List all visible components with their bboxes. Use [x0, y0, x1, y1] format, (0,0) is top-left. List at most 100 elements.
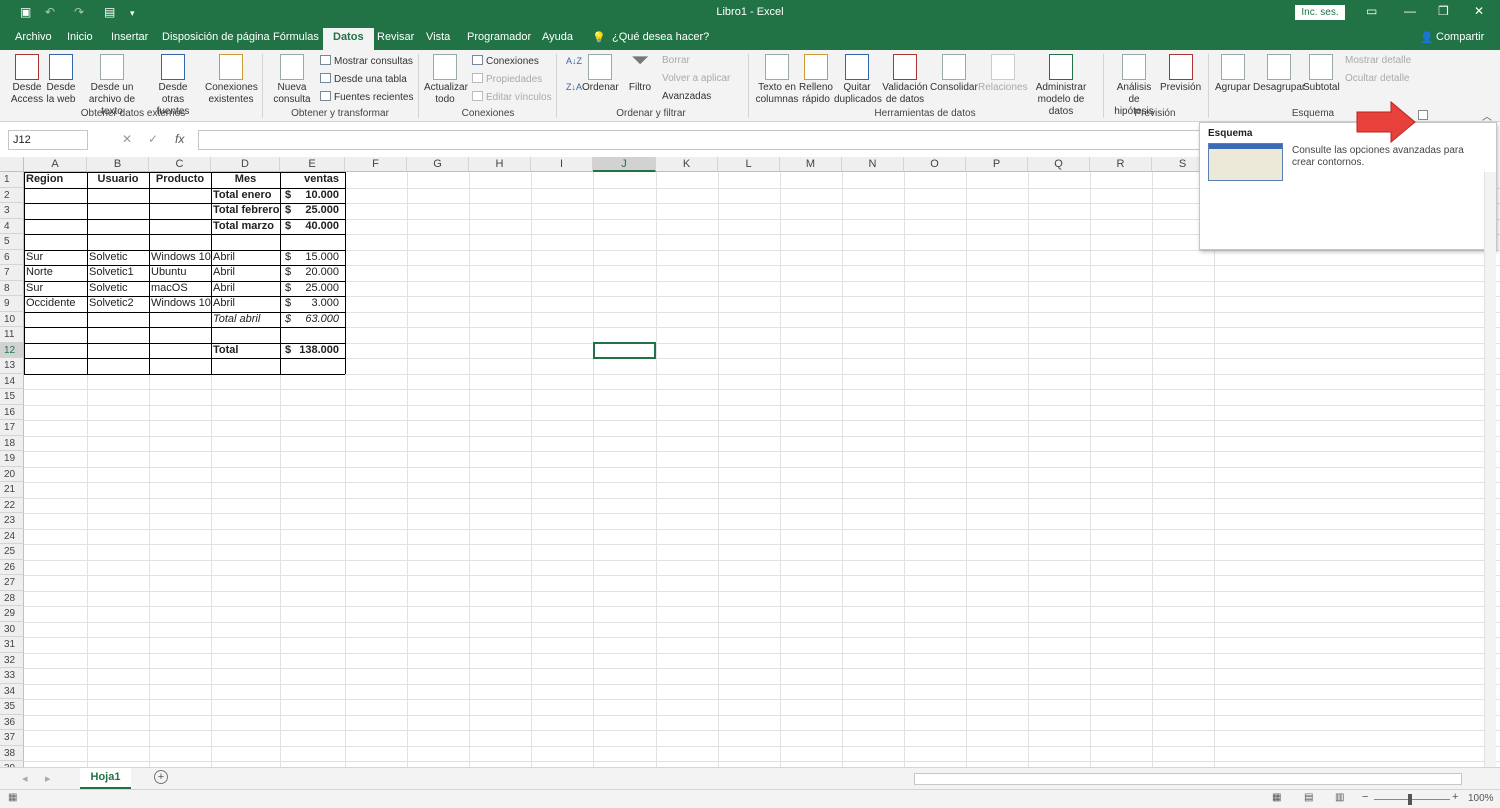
consolidate-button[interactable]: Consolidar [930, 54, 978, 94]
row-header[interactable]: 33 [0, 668, 24, 684]
cell-e7[interactable]: 20.000 [280, 265, 341, 280]
cell-d12[interactable]: Total [211, 343, 240, 358]
tab-programador[interactable]: Programador [467, 31, 531, 43]
cell-e2[interactable]: 10.000 [280, 188, 341, 203]
name-box[interactable]: J12 [8, 130, 88, 150]
row-header[interactable]: 34 [0, 683, 24, 699]
existing-connections-button[interactable]: Conexiones existentes [205, 54, 258, 106]
cancel-icon[interactable]: ✕ [122, 132, 132, 146]
horizontal-scrollbar[interactable] [914, 773, 1462, 785]
column-header[interactable]: J [593, 157, 656, 172]
tab-insertar[interactable]: Insertar [111, 31, 148, 43]
row-header[interactable]: 9 [0, 296, 24, 312]
share-button[interactable]: Compartir [1436, 31, 1484, 43]
sort-button[interactable]: Ordenar [582, 54, 619, 94]
cell-b9[interactable]: Solvetic2 [87, 296, 136, 311]
row-header[interactable]: 7 [0, 265, 24, 281]
data-validation-button[interactable]: Validación de datos [882, 54, 928, 106]
cell-a7[interactable]: Norte [24, 265, 55, 280]
tell-me-search[interactable]: ¿Qué desea hacer? [612, 31, 709, 43]
show-detail-button[interactable]: Mostrar detalle [1345, 55, 1411, 66]
tab-archivo[interactable]: Archivo [15, 31, 52, 43]
tab-vista[interactable]: Vista [426, 31, 450, 43]
cell-a8[interactable]: Sur [24, 281, 45, 296]
column-header[interactable]: O [904, 157, 966, 172]
tab-inicio[interactable]: Inicio [67, 31, 93, 43]
row-header[interactable]: 2 [0, 187, 24, 203]
subtotal-button[interactable]: Subtotal [1303, 54, 1340, 94]
tab-formulas[interactable]: Fórmulas [273, 31, 319, 43]
row-header[interactable]: 35 [0, 699, 24, 715]
row-header[interactable]: 22 [0, 497, 24, 513]
row-header[interactable]: 8 [0, 280, 24, 296]
cell-e10[interactable]: 63.000 [280, 312, 341, 327]
macro-record-icon[interactable]: ▦ [8, 792, 17, 803]
cell-b8[interactable]: Solvetic [87, 281, 130, 296]
cell-e4[interactable]: 40.000 [280, 219, 341, 234]
cell-d1[interactable]: Mes [211, 172, 280, 187]
cell-b6[interactable]: Solvetic [87, 250, 130, 265]
column-header[interactable]: K [656, 157, 718, 172]
remove-duplicates-button[interactable]: Quitar duplicados [834, 54, 882, 106]
zoom-level[interactable]: 100% [1468, 793, 1494, 804]
tab-datos[interactable]: Datos [323, 28, 374, 50]
minimize-icon[interactable]: — [1404, 4, 1416, 18]
sign-in-button[interactable]: Inc. ses. [1295, 5, 1345, 20]
ribbon-display-icon[interactable]: ▭ [1366, 4, 1377, 18]
row-header[interactable]: 20 [0, 466, 24, 482]
column-header[interactable]: N [842, 157, 904, 172]
column-header[interactable]: M [780, 157, 842, 172]
dialog-launcher-icon[interactable] [1418, 110, 1428, 120]
row-header[interactable]: 15 [0, 389, 24, 405]
relationships-button[interactable]: Relaciones [978, 54, 1027, 94]
row-header[interactable]: 36 [0, 714, 24, 730]
cell-e8[interactable]: 25.000 [280, 281, 341, 296]
show-queries-button[interactable]: Mostrar consultas [320, 55, 413, 67]
column-header[interactable]: A [24, 157, 87, 172]
row-header[interactable]: 12 [0, 342, 24, 358]
row-header[interactable]: 26 [0, 559, 24, 575]
recent-sources-button[interactable]: Fuentes recientes [320, 91, 414, 103]
cell-b1[interactable]: Usuario [87, 172, 149, 187]
cell-d2[interactable]: Total enero [211, 188, 273, 203]
sort-az-button[interactable]: A↓Z [566, 56, 582, 66]
cell-a9[interactable]: Occidente [24, 296, 78, 311]
cell-e9[interactable]: 3.000 [280, 296, 341, 311]
row-header[interactable]: 14 [0, 373, 24, 389]
tab-disposicion[interactable]: Disposición de página [162, 31, 270, 43]
sort-za-button[interactable]: Z↓A [566, 82, 582, 92]
column-header[interactable]: G [407, 157, 469, 172]
column-header[interactable]: R [1090, 157, 1152, 172]
row-header[interactable]: 4 [0, 218, 24, 234]
row-header[interactable]: 19 [0, 451, 24, 467]
filter-button[interactable]: ⏷ Filtro [628, 49, 652, 94]
reapply-button[interactable]: Volver a aplicar [662, 73, 730, 84]
collapse-ribbon-icon[interactable]: ︿ [1482, 108, 1492, 123]
cell-b7[interactable]: Solvetic1 [87, 265, 136, 280]
ungroup-button[interactable]: Desagrupar [1253, 54, 1305, 94]
cell-e3[interactable]: 25.000 [280, 203, 341, 218]
column-header[interactable]: D [211, 157, 280, 172]
group-button[interactable]: Agrupar [1215, 54, 1251, 94]
cell-e12[interactable]: 138.000 [280, 343, 341, 358]
row-header[interactable]: 32 [0, 652, 24, 668]
select-all-corner[interactable] [0, 157, 24, 172]
row-header[interactable]: 18 [0, 435, 24, 451]
enter-icon[interactable]: ✓ [148, 132, 158, 146]
tab-ayuda[interactable]: Ayuda [542, 31, 573, 43]
row-header[interactable]: 13 [0, 358, 24, 374]
scroll-left-icon[interactable]: ◂ [22, 772, 28, 785]
row-header[interactable]: 16 [0, 404, 24, 420]
new-query-button[interactable]: Nueva consulta [272, 54, 312, 106]
cell-d4[interactable]: Total marzo [211, 219, 276, 234]
row-header[interactable]: 11 [0, 327, 24, 343]
row-header[interactable]: 38 [0, 745, 24, 761]
normal-view-icon[interactable]: ▦ [1272, 792, 1281, 803]
column-header[interactable]: C [149, 157, 211, 172]
sheet-tab-hoja1[interactable]: Hoja1 [80, 768, 131, 789]
row-header[interactable]: 37 [0, 730, 24, 746]
row-header[interactable]: 3 [0, 203, 24, 219]
row-header[interactable]: 28 [0, 590, 24, 606]
cell-c1[interactable]: Producto [149, 172, 211, 187]
restore-icon[interactable]: ❐ [1438, 4, 1449, 18]
